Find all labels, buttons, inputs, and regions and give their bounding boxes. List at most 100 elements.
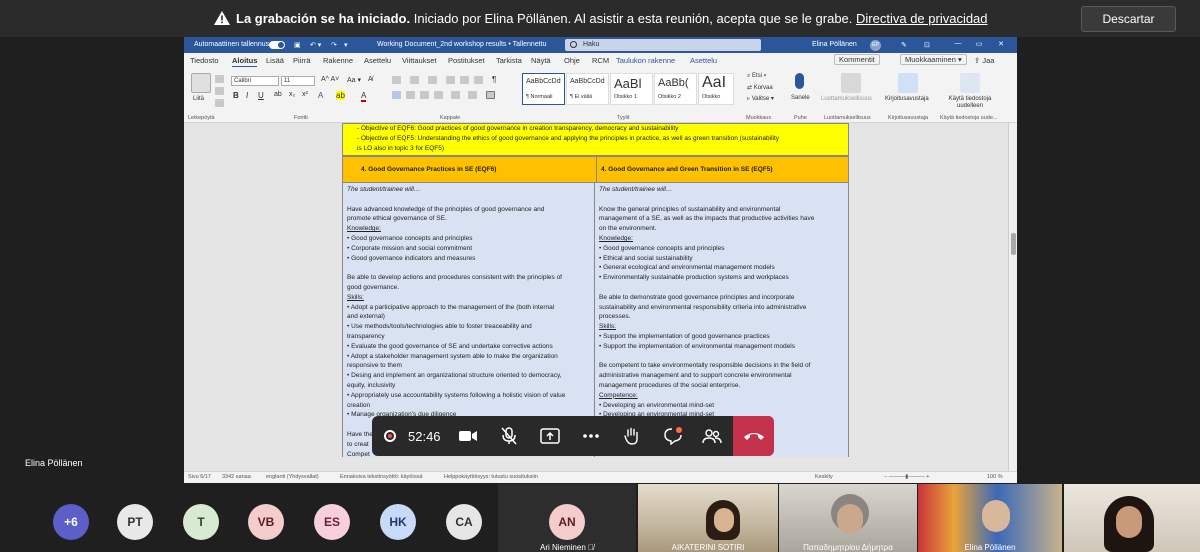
sensitivity-icon[interactable] bbox=[841, 73, 861, 93]
participant-avatar[interactable]: T bbox=[183, 504, 219, 540]
decrease-indent-icon[interactable] bbox=[446, 76, 455, 84]
paste-icon[interactable] bbox=[191, 73, 211, 93]
line-spacing-icon[interactable] bbox=[451, 91, 460, 99]
shading-icon[interactable] bbox=[468, 91, 477, 99]
font-name-select[interactable]: Calibri bbox=[231, 76, 279, 86]
grow-font-icon[interactable]: A^ A˅ bbox=[321, 76, 339, 83]
tab-layout[interactable]: Asettelu bbox=[364, 56, 391, 65]
ribbon-display-icon[interactable]: ⊡ bbox=[924, 41, 930, 49]
editor-icon[interactable] bbox=[898, 73, 918, 93]
tab-design[interactable]: Rakenne bbox=[323, 56, 353, 65]
pilcrow-icon[interactable]: ¶ bbox=[492, 75, 496, 84]
participant-avatar[interactable]: HK bbox=[380, 504, 416, 540]
strikethrough-icon[interactable]: ab bbox=[274, 91, 282, 98]
dismiss-button[interactable]: Descartar bbox=[1081, 6, 1176, 32]
mic-button[interactable] bbox=[490, 416, 528, 456]
more-participants-button[interactable]: +6 bbox=[53, 504, 89, 540]
clear-format-icon[interactable]: A̸ bbox=[368, 76, 373, 83]
bold-icon[interactable]: B bbox=[233, 91, 239, 100]
participant-video-tile[interactable]: Παπαδημητρίου Δήμητρα bbox=[779, 484, 917, 552]
font-color-icon[interactable]: A bbox=[361, 91, 367, 102]
select-button[interactable]: ▹ Valitse ▾ bbox=[747, 95, 774, 102]
superscript-icon[interactable]: x² bbox=[302, 91, 308, 98]
tab-draw[interactable]: Piirrä bbox=[293, 56, 311, 65]
more-actions-button[interactable] bbox=[572, 416, 610, 456]
tab-mailings[interactable]: Postitukset bbox=[448, 56, 485, 65]
justify-icon[interactable] bbox=[434, 91, 443, 99]
share-screen-button[interactable] bbox=[531, 416, 569, 456]
participant-video-tile[interactable]: AIKATERINI SOTIRI bbox=[638, 484, 778, 552]
maximize-icon[interactable]: ▭ bbox=[975, 40, 983, 49]
participant-avatar[interactable]: PT bbox=[117, 504, 153, 540]
style-heading-1[interactable]: AaBl Otsikko 1 bbox=[610, 73, 653, 105]
sort-icon[interactable] bbox=[474, 76, 483, 84]
tab-rcm[interactable]: RCM bbox=[592, 56, 609, 65]
hang-up-button[interactable] bbox=[733, 416, 774, 456]
document-page[interactable]: - Objective of EQF6: Good practices of g… bbox=[342, 123, 849, 457]
reuse-files-icon[interactable] bbox=[960, 73, 980, 93]
italic-icon[interactable]: I bbox=[246, 91, 248, 100]
text-effects-icon[interactable]: A bbox=[318, 91, 323, 100]
participant-tile[interactable]: AN Ari Nieminen 🎙̸ bbox=[498, 484, 636, 552]
participants-button[interactable] bbox=[693, 416, 731, 456]
pen-icon[interactable]: ✎ bbox=[901, 41, 907, 49]
find-button[interactable]: ⌕ Etsi ▾ bbox=[747, 73, 766, 80]
text-prediction[interactable]: Ennakoiva tekstinsyöttö: käytössä bbox=[340, 474, 423, 480]
align-center-icon[interactable] bbox=[406, 91, 415, 99]
style-title[interactable]: AaI Otsikko bbox=[698, 73, 734, 105]
privacy-link[interactable]: Directiva de privacidad bbox=[856, 11, 988, 26]
minimize-icon[interactable]: — bbox=[954, 40, 962, 49]
focus-mode[interactable]: Keskity bbox=[815, 474, 833, 480]
format-painter-icon[interactable] bbox=[215, 99, 224, 107]
language[interactable]: englanti (Yhdysvallat) bbox=[266, 474, 319, 480]
close-icon[interactable]: ✕ bbox=[997, 40, 1005, 49]
bullets-icon[interactable] bbox=[392, 76, 401, 84]
tab-view[interactable]: Näytä bbox=[531, 56, 551, 65]
participant-avatar[interactable]: VB bbox=[248, 504, 284, 540]
tab-file[interactable]: Tiedosto bbox=[190, 56, 219, 65]
customize-icon[interactable]: ▾ bbox=[344, 41, 348, 49]
tab-review[interactable]: Tarkista bbox=[496, 56, 522, 65]
zoom-level[interactable]: 100 % bbox=[987, 474, 1003, 480]
tab-table-layout[interactable]: Asettelu bbox=[690, 56, 717, 65]
underline-icon[interactable]: U bbox=[258, 91, 264, 100]
align-right-icon[interactable] bbox=[420, 91, 429, 99]
tab-help[interactable]: Ohje bbox=[564, 56, 580, 65]
copy-icon[interactable] bbox=[215, 87, 224, 95]
microphone-icon[interactable] bbox=[795, 73, 804, 89]
editing-mode-button[interactable]: Muokkaaminen ▾ bbox=[900, 54, 967, 65]
search-box[interactable]: Haku bbox=[565, 39, 761, 51]
replace-button[interactable]: ⇄ Korvaa bbox=[747, 84, 773, 91]
chat-button[interactable] bbox=[654, 416, 692, 456]
autosave-toggle[interactable] bbox=[269, 41, 285, 49]
multilevel-list-icon[interactable] bbox=[428, 76, 437, 84]
style-normal[interactable]: AaBbCcDd ¶ Normaali bbox=[522, 73, 565, 105]
subscript-icon[interactable]: x₂ bbox=[289, 91, 295, 98]
user-avatar[interactable]: EP bbox=[870, 40, 881, 51]
participant-video-tile[interactable] bbox=[1064, 484, 1200, 552]
highlight-icon[interactable]: ab bbox=[336, 91, 345, 100]
participant-video-tile[interactable]: Elina Pöllänen bbox=[918, 484, 1062, 552]
zoom-slider[interactable]: − ———▮——— + bbox=[884, 474, 930, 480]
numbering-icon[interactable] bbox=[410, 76, 419, 84]
raise-hand-button[interactable] bbox=[613, 416, 651, 456]
tab-table-design[interactable]: Taulukon rakenne bbox=[616, 56, 675, 65]
vertical-scrollbar[interactable] bbox=[1008, 123, 1017, 471]
tab-references[interactable]: Viittaukset bbox=[402, 56, 436, 65]
participant-avatar[interactable]: ES bbox=[314, 504, 350, 540]
tab-insert[interactable]: Lisää bbox=[266, 56, 284, 65]
change-case-icon[interactable]: Aa ▾ bbox=[347, 76, 361, 84]
save-icon[interactable]: ▣ bbox=[294, 41, 301, 49]
increase-indent-icon[interactable] bbox=[460, 76, 469, 84]
camera-button[interactable] bbox=[449, 416, 487, 456]
share-button[interactable]: ⇪ Jaa bbox=[974, 56, 994, 65]
align-left-icon[interactable] bbox=[392, 91, 401, 99]
font-size-select[interactable]: 11 bbox=[281, 76, 315, 86]
scrollbar-thumb[interactable] bbox=[1011, 233, 1016, 255]
comments-button[interactable]: Kommentit bbox=[834, 54, 880, 65]
cut-icon[interactable] bbox=[215, 75, 224, 83]
undo-icon[interactable]: ↶ ▾ bbox=[310, 41, 321, 49]
redo-icon[interactable]: ↷ bbox=[331, 41, 337, 49]
borders-icon[interactable] bbox=[486, 91, 495, 99]
participant-avatar[interactable]: CA bbox=[446, 504, 482, 540]
